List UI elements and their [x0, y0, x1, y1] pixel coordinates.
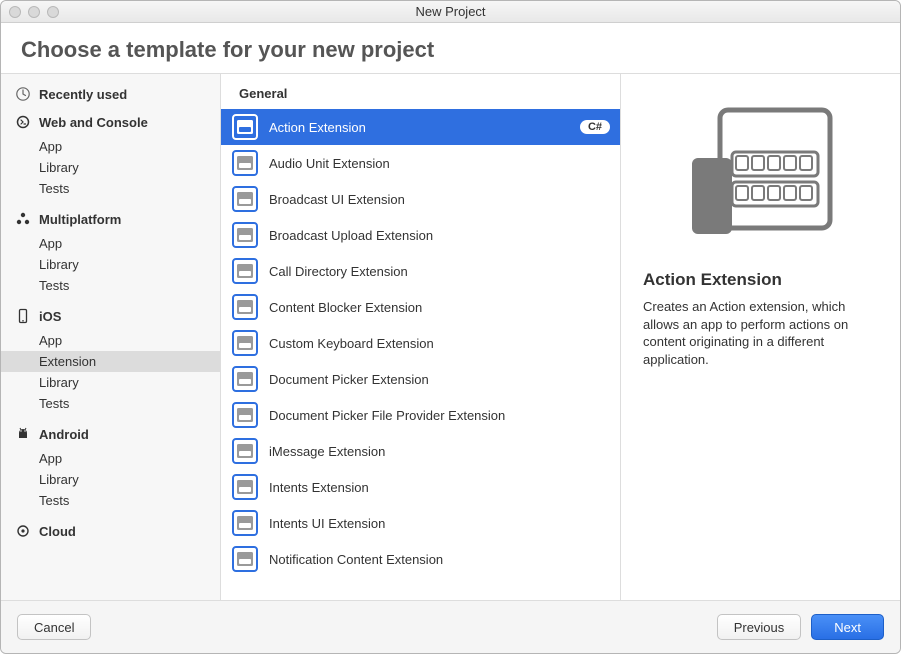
template-icon [231, 473, 259, 501]
language-badge: C# [580, 120, 610, 134]
console-icon [15, 114, 31, 130]
template-label: Notification Content Extension [269, 552, 610, 567]
page-title: Choose a template for your new project [21, 37, 880, 63]
sidebar-section-heading[interactable]: Web and Console [1, 108, 220, 136]
template-list[interactable]: Action Extension C# Audio Unit Extension Br… [221, 109, 620, 600]
dialog-header: Choose a template for your new project [1, 23, 900, 73]
template-icon [231, 221, 259, 249]
template-item[interactable]: iMessage Extension [221, 433, 620, 469]
template-label: Intents Extension [269, 480, 610, 495]
template-label: Broadcast UI Extension [269, 192, 610, 207]
sidebar-section-heading[interactable]: Android [1, 420, 220, 448]
template-icon [231, 437, 259, 465]
template-item[interactable]: Intents Extension [221, 469, 620, 505]
sidebar-item[interactable]: Tests [1, 275, 220, 296]
clock-icon [15, 86, 31, 102]
template-icon [231, 149, 259, 177]
template-icon [231, 545, 259, 573]
sidebar-item[interactable]: App [1, 330, 220, 351]
template-icon [231, 113, 259, 141]
sidebar-item[interactable]: App [1, 233, 220, 254]
template-icon [231, 257, 259, 285]
template-illustration [643, 104, 878, 244]
template-icon [231, 365, 259, 393]
template-item[interactable]: Broadcast UI Extension [221, 181, 620, 217]
template-icon [231, 329, 259, 357]
template-item[interactable]: Call Directory Extension [221, 253, 620, 289]
template-item[interactable]: Notification Content Extension [221, 541, 620, 577]
tri-icon [15, 211, 31, 227]
template-icon [231, 293, 259, 321]
android-icon [15, 426, 31, 442]
template-item[interactable]: Broadcast Upload Extension [221, 217, 620, 253]
template-item[interactable]: Document Picker Extension [221, 361, 620, 397]
template-detail-description: Creates an Action extension, which allow… [643, 298, 878, 368]
sidebar-label: Recently used [39, 87, 127, 102]
sidebar-item[interactable]: Library [1, 469, 220, 490]
template-label: Action Extension [269, 120, 570, 135]
sidebar-section-heading[interactable]: Cloud [1, 517, 220, 545]
sidebar-label: Android [39, 427, 89, 442]
template-list-panel: General Action Extension C# Audio Unit Ext… [221, 74, 621, 600]
template-icon [231, 401, 259, 429]
cloud-icon [15, 523, 31, 539]
template-icon [231, 509, 259, 537]
dialog-footer: Cancel Previous Next [1, 601, 900, 653]
new-project-window: New Project Choose a template for your n… [0, 0, 901, 654]
sidebar-item[interactable]: Tests [1, 393, 220, 414]
template-label: Custom Keyboard Extension [269, 336, 610, 351]
template-label: Call Directory Extension [269, 264, 610, 279]
template-label: Content Blocker Extension [269, 300, 610, 315]
template-detail-title: Action Extension [643, 270, 878, 290]
template-item[interactable]: Document Picker File Provider Extension [221, 397, 620, 433]
template-item[interactable]: Content Blocker Extension [221, 289, 620, 325]
dialog-body: Recently used Web and ConsoleAppLibraryT… [1, 73, 900, 601]
template-icon [231, 185, 259, 213]
titlebar: New Project [1, 1, 900, 23]
template-detail-panel: Action Extension Creates an Action exten… [621, 74, 900, 600]
template-item[interactable]: Audio Unit Extension [221, 145, 620, 181]
sidebar-label: Web and Console [39, 115, 148, 130]
sidebar-label: Multiplatform [39, 212, 121, 227]
sidebar-item[interactable]: Library [1, 372, 220, 393]
template-label: Document Picker File Provider Extension [269, 408, 610, 423]
sidebar-item-recent[interactable]: Recently used [1, 80, 220, 108]
sidebar-label: iOS [39, 309, 61, 324]
sidebar-item[interactable]: App [1, 136, 220, 157]
template-label: iMessage Extension [269, 444, 610, 459]
sidebar-item[interactable]: Library [1, 157, 220, 178]
template-item[interactable]: Intents UI Extension [221, 505, 620, 541]
template-label: Broadcast Upload Extension [269, 228, 610, 243]
cancel-button[interactable]: Cancel [17, 614, 91, 640]
sidebar-item[interactable]: Tests [1, 490, 220, 511]
next-button[interactable]: Next [811, 614, 884, 640]
template-item[interactable]: Custom Keyboard Extension [221, 325, 620, 361]
window-title: New Project [1, 4, 900, 19]
previous-button[interactable]: Previous [717, 614, 802, 640]
sidebar-item[interactable]: App [1, 448, 220, 469]
sidebar-section-heading[interactable]: Multiplatform [1, 205, 220, 233]
template-label: Document Picker Extension [269, 372, 610, 387]
sidebar-label: Cloud [39, 524, 76, 539]
sidebar-item[interactable]: Tests [1, 178, 220, 199]
template-group-heading: General [221, 74, 620, 109]
sidebar-section-heading[interactable]: iOS [1, 302, 220, 330]
sidebar-item[interactable]: Library [1, 254, 220, 275]
category-sidebar: Recently used Web and ConsoleAppLibraryT… [1, 74, 221, 600]
sidebar-item[interactable]: Extension [1, 351, 220, 372]
template-label: Intents UI Extension [269, 516, 610, 531]
template-item[interactable]: Action Extension C# [221, 109, 620, 145]
template-label: Audio Unit Extension [269, 156, 610, 171]
phone-icon [15, 308, 31, 324]
